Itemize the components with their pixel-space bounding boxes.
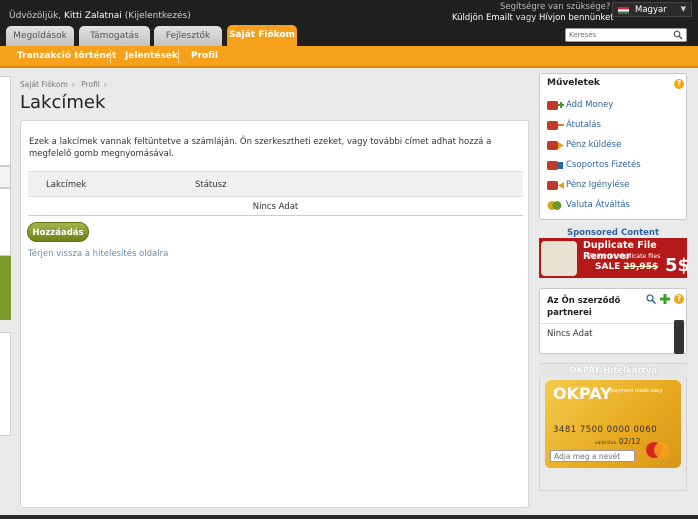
search-input[interactable] xyxy=(566,29,666,41)
partners-scrollbar[interactable] xyxy=(674,320,684,354)
top-header: Üdvözöljük, Kitti Zalatnai (Kijelentkezé… xyxy=(0,0,698,46)
send-money-icon xyxy=(547,141,564,150)
bottom-bar xyxy=(0,515,698,519)
or-text: vagy xyxy=(515,13,537,23)
tab-sajat-fiokom[interactable]: Saját Fiókom xyxy=(227,25,297,46)
add-money-icon xyxy=(547,101,564,110)
op-label: Csoportos Fizetés xyxy=(566,160,641,170)
left-strip-block xyxy=(0,332,11,436)
addresses-panel: Ezek a lakcímek vannak feltüntetve a szá… xyxy=(20,120,529,508)
left-strip-block xyxy=(0,188,11,256)
welcome-prefix: Üdvözöljük, xyxy=(9,11,62,21)
subnav-divider xyxy=(178,50,179,63)
search-box xyxy=(565,28,687,42)
card-valid-label: valid thru xyxy=(595,441,617,446)
ad-subtitle: Removes duplicate files xyxy=(589,253,661,260)
page-title: Lakcímek xyxy=(20,92,106,113)
breadcrumb-separator: › xyxy=(71,80,75,89)
subnav-divider xyxy=(110,50,111,63)
subnav-reports[interactable]: Jelentések xyxy=(125,51,178,61)
partners-title: Az Ön szerződő partnerei xyxy=(547,296,621,318)
chevron-down-icon: ▼ xyxy=(680,5,686,13)
welcome-text: Üdvözöljük, Kitti Zalatnai (Kijelentkezé… xyxy=(9,11,191,21)
ad-sale: SALE 29,95$ xyxy=(595,262,658,272)
partners-box: Az Ön szerződő partnerei ? Nincs Adat xyxy=(539,288,687,354)
language-label: Magyar xyxy=(635,5,667,15)
transfer-icon xyxy=(547,121,564,130)
logout-link[interactable]: (Kijelentkezés) xyxy=(125,11,191,21)
sponsored-ad-banner[interactable]: Duplicate File Remover Removes duplicate… xyxy=(539,238,687,278)
card-number: 3481 7500 0000 0060 xyxy=(553,425,658,435)
mastercard-logo-icon xyxy=(646,442,670,458)
column-header-status: Státusz xyxy=(195,180,227,190)
column-header-address: Lakcímek xyxy=(46,180,87,190)
tab-megoldasok[interactable]: Megoldások xyxy=(6,26,74,46)
search-icon[interactable] xyxy=(673,30,683,40)
request-money-icon xyxy=(547,181,564,190)
okpay-logo: OKPAY xyxy=(553,384,612,403)
card-expiry: valid thru 02/12 xyxy=(595,437,641,446)
okpay-card-image[interactable]: OKPAY payment made easy 3481 7500 0000 0… xyxy=(545,380,681,468)
divider xyxy=(540,323,686,324)
help-icon[interactable]: ? xyxy=(674,294,684,304)
intro-text: Ezek a lakcímek vannak feltüntetve a szá… xyxy=(29,137,492,159)
search-partner-icon[interactable] xyxy=(646,294,656,304)
sponsored-title: Sponsored Content xyxy=(566,228,660,238)
send-email-link[interactable]: Küldjön Emailt xyxy=(452,13,513,23)
left-strip-block xyxy=(0,76,11,166)
tab-tamogatas[interactable]: Támogatás xyxy=(79,26,150,46)
sub-navigation: Tranzakció történet Jelentések Profil xyxy=(0,46,698,68)
call-us-link[interactable]: Hívjon bennünket xyxy=(539,13,614,23)
help-question: Segítségre van szüksége? xyxy=(500,2,611,12)
help-icon[interactable]: ? xyxy=(674,79,684,89)
back-to-verification-link[interactable]: Térjen vissza a hitelesítés oldalra xyxy=(28,249,168,259)
ad-price: 5$ xyxy=(665,255,687,276)
op-label: Add Money xyxy=(566,100,614,110)
breadcrumb: Saját Fiókom › Profil › xyxy=(20,80,111,89)
partners-empty-text: Nincs Adat xyxy=(547,329,593,339)
add-address-button[interactable]: Hozzáadás xyxy=(27,222,89,242)
table-empty-row: Nincs Adat xyxy=(28,198,523,216)
operations-box: Műveletek ? Add Money Átutalás Pénz küld… xyxy=(539,73,687,220)
op-label: Átutalás xyxy=(566,120,601,130)
add-partner-icon[interactable] xyxy=(660,294,670,304)
breadcrumb-item[interactable]: Profil xyxy=(81,80,100,89)
user-name: Kitti Zalatnai xyxy=(64,11,122,21)
tab-fejlesztok[interactable]: Fejlesztők xyxy=(154,26,222,46)
op-label: Valuta Átváltás xyxy=(566,200,630,210)
subnav-transaction-history[interactable]: Tranzakció történet xyxy=(17,51,116,61)
card-name-input[interactable] xyxy=(550,450,635,462)
left-strip-accent xyxy=(0,256,11,320)
operations-title: Műveletek xyxy=(547,78,600,88)
hungarian-flag-icon xyxy=(618,7,629,14)
language-select[interactable]: Magyar ▼ xyxy=(612,2,692,17)
subnav-profile[interactable]: Profil xyxy=(191,51,218,61)
card-expiry-date: 02/12 xyxy=(618,437,641,446)
ad-mascot-image xyxy=(541,241,577,276)
okpay-card-title: OKPAY Hitelkártya xyxy=(539,365,687,378)
help-links: Küldjön Emailt vagy Hívjon bennünket xyxy=(452,13,614,23)
okpay-tagline: payment made easy xyxy=(611,388,663,394)
left-strip-block xyxy=(0,166,11,188)
op-label: Pénz Igénylése xyxy=(566,180,630,190)
ad-sale-label: SALE xyxy=(595,262,621,272)
op-label: Pénz küldése xyxy=(566,140,622,150)
ad-old-price: 29,95$ xyxy=(623,262,659,272)
table-header: Lakcímek Státusz xyxy=(28,171,523,197)
currency-exchange-icon xyxy=(547,201,562,210)
breadcrumb-item[interactable]: Saját Fiókom xyxy=(20,80,68,89)
breadcrumb-separator: › xyxy=(103,80,107,89)
mass-payment-icon xyxy=(547,161,563,170)
